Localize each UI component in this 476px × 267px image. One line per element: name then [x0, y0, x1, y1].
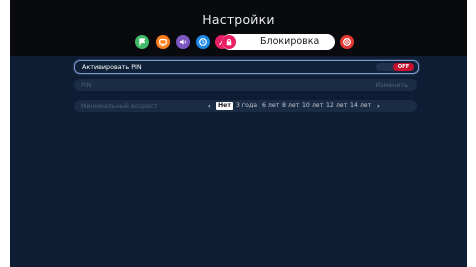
tab-general[interactable] [135, 35, 149, 49]
age-option[interactable]: 8 лет [282, 102, 299, 109]
tab-tv[interactable] [156, 35, 170, 49]
settings-tabs: Блокировка [10, 33, 467, 51]
lifebuoy-icon [343, 38, 351, 46]
tab-help[interactable] [340, 35, 354, 49]
age-option[interactable]: 14 лет [350, 102, 371, 109]
toggle-state-badge: OFF [393, 63, 414, 71]
pin-row[interactable]: PIN Изменить [74, 79, 417, 91]
pin-toggle[interactable]: OFF [376, 63, 414, 71]
clock-icon [199, 38, 207, 46]
age-option[interactable]: 3 года [236, 102, 257, 109]
tab-lock-badge [222, 35, 236, 49]
min-age-row[interactable]: Минимальный возраст ‹ Нет 3 года 6 лет 8… [74, 100, 417, 112]
lock-icon [226, 38, 232, 46]
flag-icon [139, 38, 146, 46]
header-bar: Настройки Блокировка [10, 0, 467, 56]
min-age-label: Минимальный возраст [81, 102, 158, 110]
age-prev-arrow[interactable]: ‹ [208, 102, 211, 110]
change-pin-button[interactable]: Изменить [375, 81, 408, 89]
tab-sound[interactable] [176, 35, 190, 49]
age-option-selected[interactable]: Нет [216, 102, 233, 110]
age-option[interactable]: 12 лет [326, 102, 347, 109]
speaker-icon [180, 39, 186, 45]
settings-screen: Настройки Блокировка Активировать PIN OF… [10, 0, 467, 267]
tab-lock-label: Блокировка [260, 36, 320, 47]
page-title: Настройки [202, 12, 275, 27]
pin-label: PIN [81, 81, 92, 89]
tab-lock[interactable]: Блокировка [222, 34, 335, 50]
activate-pin-label: Активировать PIN [82, 63, 142, 71]
tab-time[interactable] [196, 35, 210, 49]
age-option[interactable]: 6 лет [262, 102, 279, 109]
age-next-arrow[interactable]: › [377, 102, 380, 110]
age-option[interactable]: 10 лет [302, 102, 323, 109]
tv-icon [159, 38, 167, 47]
activate-pin-row[interactable]: Активировать PIN OFF [74, 60, 419, 74]
